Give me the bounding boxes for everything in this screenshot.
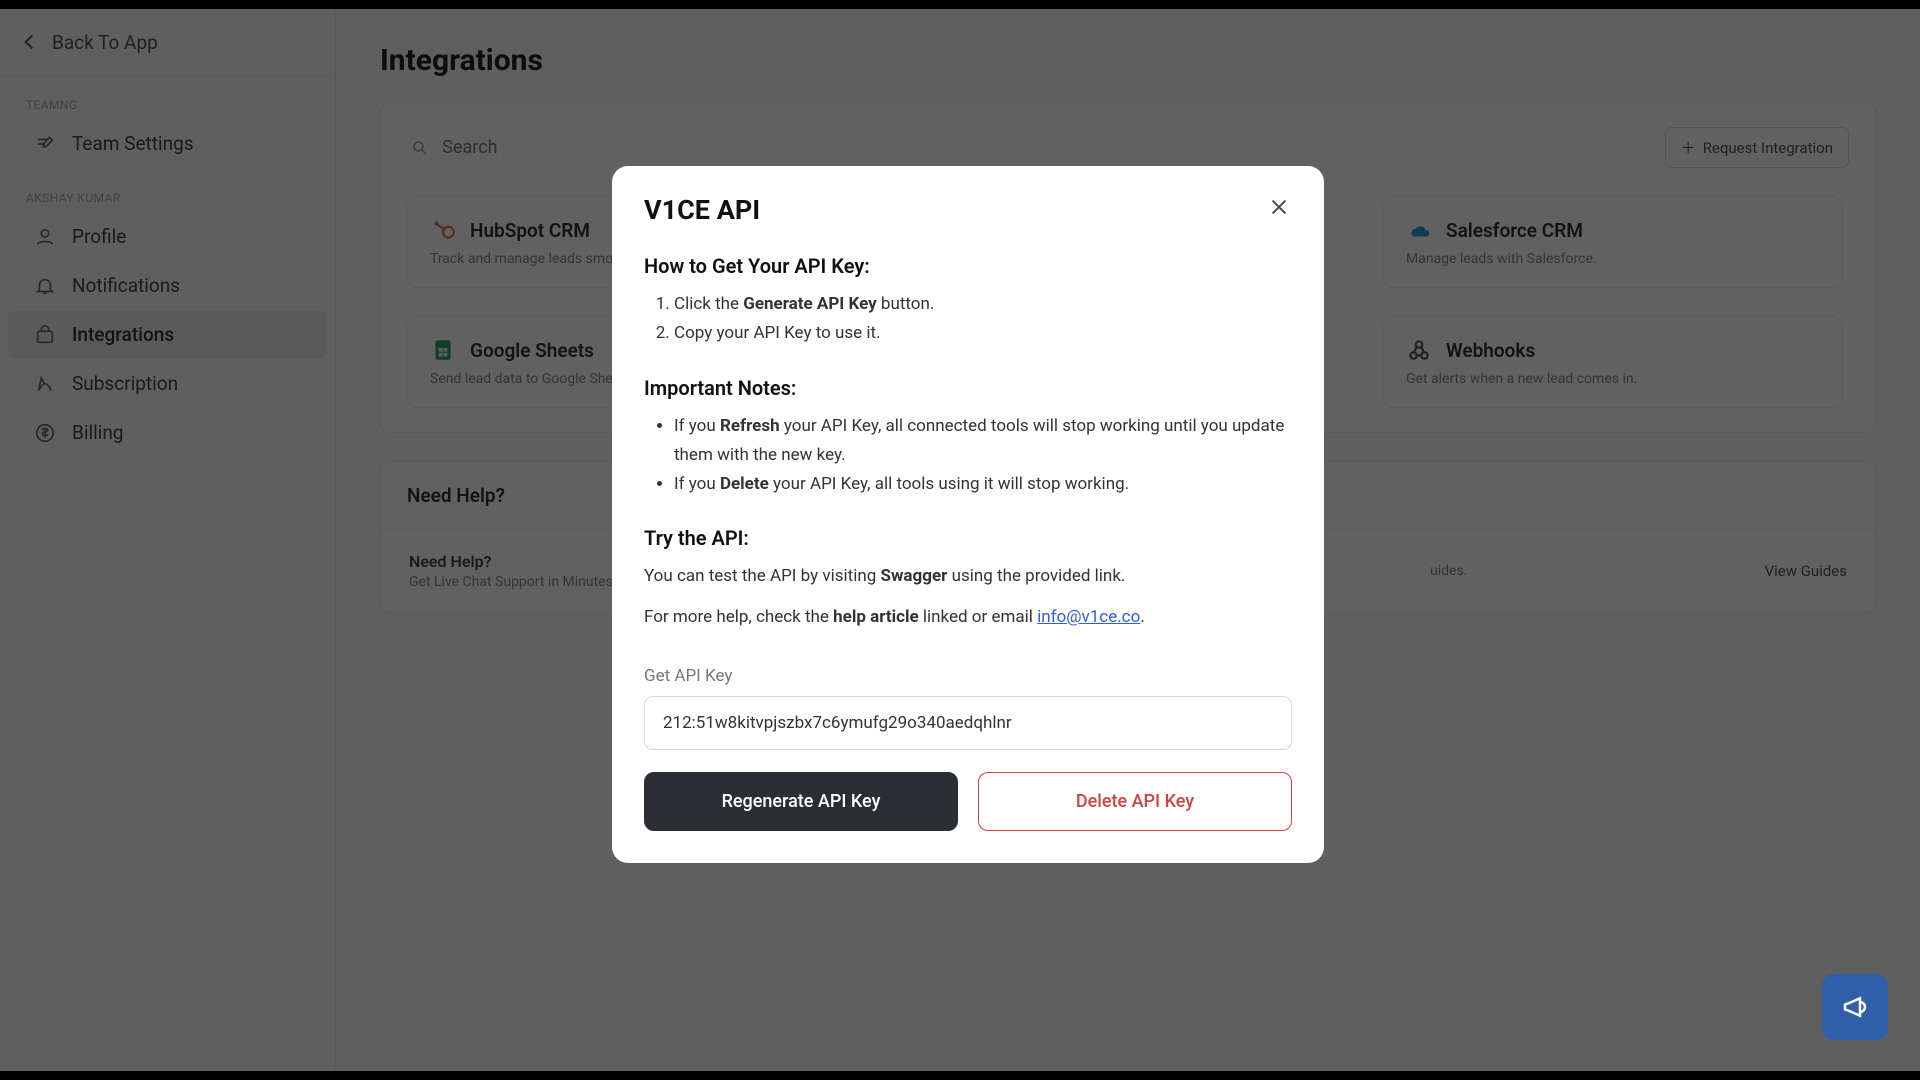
regenerate-api-key-button[interactable]: Regenerate API Key [644,772,958,831]
steps-list: Click the Generate API Key button. Copy … [644,290,1292,348]
heading-notes: Important Notes: [644,376,1292,400]
notes-list: If you Refresh your API Key, all connect… [644,412,1292,499]
support-email-link[interactable]: info@v1ce.co [1037,607,1140,627]
note-delete: If you Delete your API Key, all tools us… [674,470,1292,499]
step-1: Click the Generate API Key button. [674,290,1292,319]
close-icon[interactable] [1266,194,1292,220]
heading-how-to-get: How to Get Your API Key: [644,254,1292,278]
letterbox-bottom [0,1071,1920,1080]
try-paragraph: You can test the API by visiting Swagger… [644,562,1292,591]
delete-api-key-button[interactable]: Delete API Key [978,772,1292,831]
megaphone-icon [1840,992,1870,1022]
letterbox-top [0,0,1920,9]
api-key-label: Get API Key [644,666,1292,686]
api-key-modal: V1CE API How to Get Your API Key: Click … [612,166,1324,863]
help-paragraph: For more help, check the help article li… [644,603,1292,632]
note-refresh: If you Refresh your API Key, all connect… [674,412,1292,470]
api-key-input[interactable] [644,696,1292,750]
step-2: Copy your API Key to use it. [674,319,1292,348]
support-fab[interactable] [1822,974,1888,1040]
heading-try: Try the API: [644,526,1292,550]
modal-title: V1CE API [644,194,760,226]
